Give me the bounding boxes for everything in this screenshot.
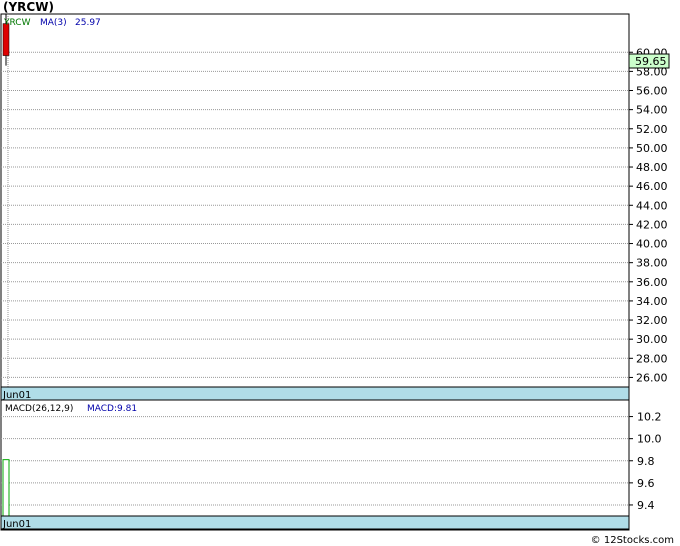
macd-panel — [0, 399, 630, 531]
price-tick-label: 44.00 — [636, 199, 668, 212]
last-price-label: 59.65 — [635, 55, 667, 68]
price-tick-label: 50.00 — [636, 142, 668, 155]
price-tick-label: 38.00 — [636, 257, 668, 270]
last-price-marker: 59.65 — [628, 53, 670, 69]
macd-bars — [2, 459, 10, 517]
price-tick-label: 52.00 — [636, 123, 668, 136]
price-tick-label: 54.00 — [636, 104, 668, 117]
ma-label: MA(3) — [40, 18, 67, 28]
macd-x-label: Jun01 — [2, 519, 31, 530]
macd-tick-label: 9.6 — [637, 477, 655, 490]
price-tick-label: 40.00 — [636, 238, 668, 251]
price-panel — [0, 13, 630, 401]
macd-date-bar — [0, 515, 630, 530]
price-tick-label: 34.00 — [636, 295, 668, 308]
macd-tick-label: 10.2 — [637, 411, 662, 424]
price-tick-label: 36.00 — [636, 276, 668, 289]
price-tick-label: 46.00 — [636, 180, 668, 193]
macd-tick-label: 9.8 — [637, 455, 655, 468]
macd-tick-label: 10.0 — [637, 433, 662, 446]
macd-axis-ticks: 10.2 10.0 9.8 9.6 9.4 — [629, 411, 662, 512]
price-x-label: Jun01 — [2, 390, 31, 401]
stock-chart: 60.0058.0056.0054.0052.0050.0048.0046.00… — [0, 13, 670, 531]
macd-value-label: MACD:9.81 — [87, 404, 137, 414]
price-tick-label: 48.00 — [636, 161, 668, 174]
price-tick-label: 30.00 — [636, 333, 668, 346]
price-tick-label: 26.00 — [636, 371, 668, 384]
price-tick-label: 56.00 — [636, 85, 668, 98]
macd-bar — [2, 459, 10, 517]
price-axis-ticks: 60.0058.0056.0054.0052.0050.0048.0046.00… — [629, 46, 668, 384]
site-credit: © 12Stocks.com — [590, 535, 674, 546]
price-tick-label: 42.00 — [636, 218, 668, 231]
price-date-bar — [0, 386, 630, 401]
candle-body — [2, 23, 10, 56]
price-symbol-label: YRCW — [3, 18, 31, 28]
macd-tick-label: 9.4 — [637, 499, 655, 512]
price-tick-label: 32.00 — [636, 314, 668, 327]
price-tick-label: 28.00 — [636, 352, 668, 365]
ma-value: 25.97 — [75, 18, 101, 28]
macd-indicator-label: MACD(26,12,9) — [5, 404, 73, 414]
